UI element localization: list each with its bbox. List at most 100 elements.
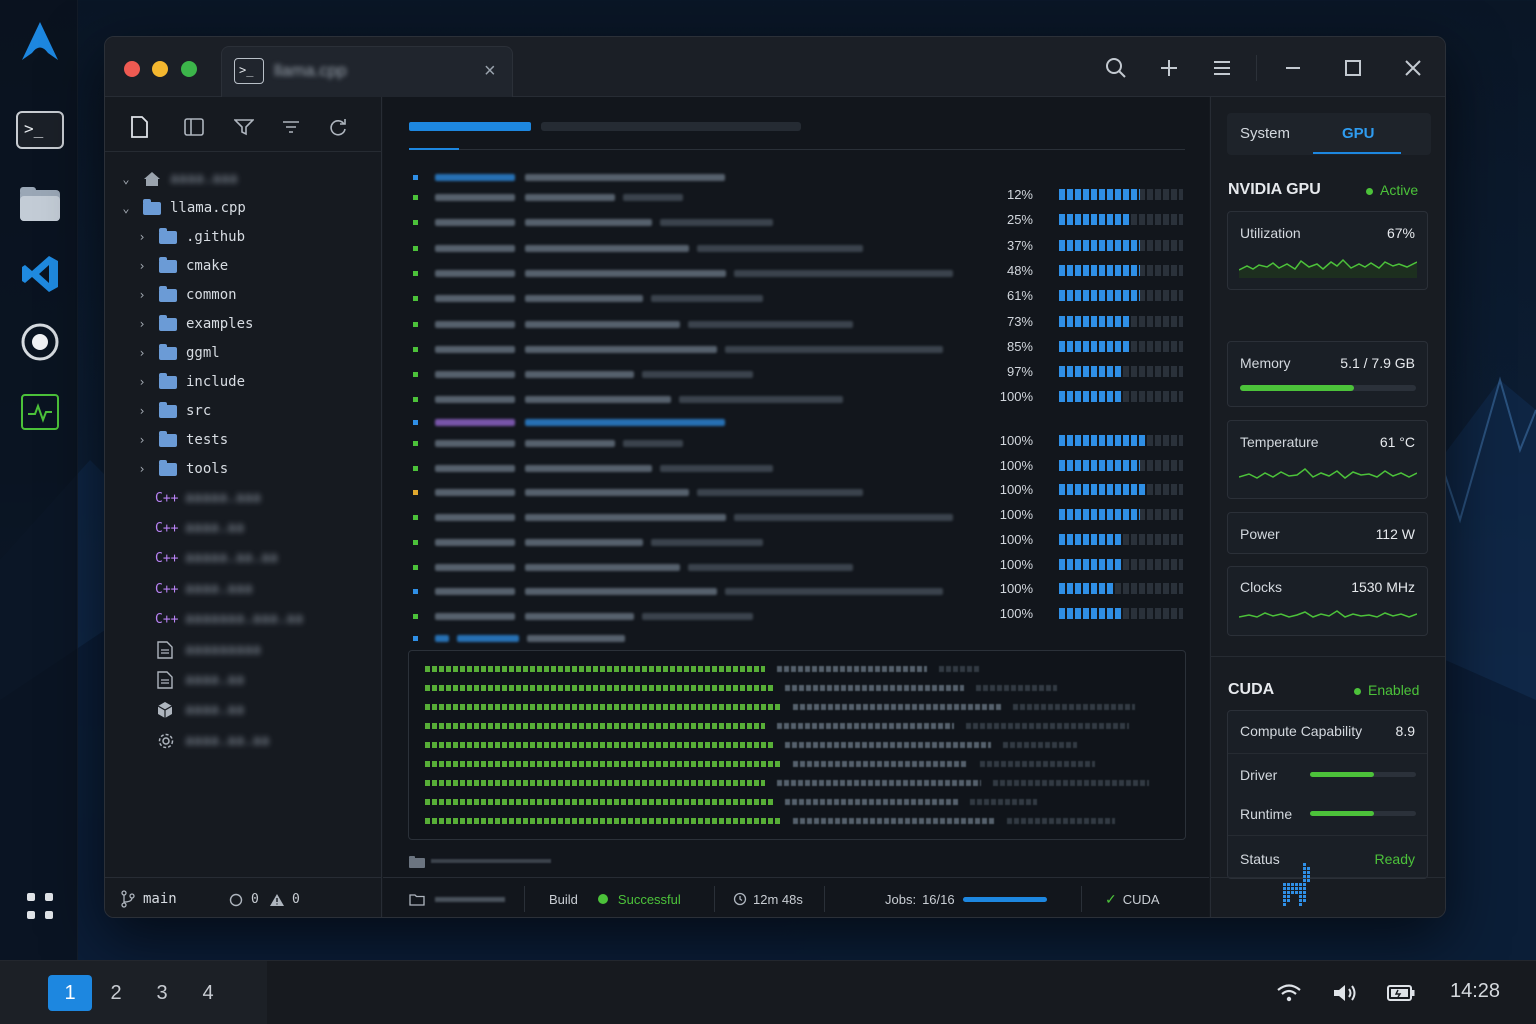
progress-bar-fill: [1059, 214, 1131, 226]
folder-icon: [159, 430, 177, 447]
sidebar-icon: [184, 118, 204, 136]
folder-icon: [159, 256, 177, 273]
folder-icon: [159, 372, 177, 389]
branch-label[interactable]: main: [143, 891, 177, 907]
terminal-text: [939, 666, 979, 672]
workspace-2[interactable]: 2: [94, 975, 138, 1011]
card-divider: [1228, 835, 1427, 836]
search-button[interactable]: [1101, 53, 1131, 83]
tab-llama-cpp[interactable]: >_ llama.cpp ×: [221, 46, 513, 97]
tree-folder-row[interactable]: › common: [135, 283, 237, 307]
maximize-traffic-light[interactable]: [181, 61, 197, 77]
minimize-button[interactable]: [1278, 53, 1308, 83]
close-traffic-light[interactable]: [124, 61, 140, 77]
tree-folder-row[interactable]: › cmake: [135, 254, 228, 278]
arch-logo-icon[interactable]: [15, 20, 65, 64]
log-dot: [413, 372, 418, 378]
tree-file-row[interactable]: C++ aaaaa.aaa: [155, 486, 261, 510]
tree-home-row[interactable]: ⌄ aaaa.aaa: [119, 167, 237, 191]
log-dot: [413, 195, 418, 200]
panel-divider: [1211, 656, 1445, 657]
sidebar-toggle-button[interactable]: [180, 113, 208, 141]
log-dot: [413, 564, 418, 570]
terminal-text: [425, 723, 765, 729]
cuda-status: Enabled: [1354, 682, 1419, 698]
app-dock: >_: [0, 0, 78, 960]
clocks-label: Clocks: [1240, 579, 1283, 595]
tree-file-row[interactable]: C++ aaaaaaa.aaa.aa: [155, 607, 303, 631]
status-dot-icon: [1366, 187, 1373, 195]
tree-folder-row[interactable]: › ggml: [135, 341, 220, 365]
progress-bar-fill: [1059, 583, 1115, 595]
status-divider: [1081, 886, 1082, 912]
log-row: [413, 172, 1173, 184]
blurred-text: [660, 464, 773, 472]
tree-folder-row[interactable]: › .github: [135, 225, 245, 249]
terminal-text: [777, 666, 927, 672]
progress-bar-fill: [1059, 264, 1140, 276]
tree-folder-row[interactable]: › src: [135, 399, 211, 423]
chevron-right-icon: ›: [138, 462, 146, 476]
tab-gpu[interactable]: GPU: [1342, 125, 1375, 142]
progress-bar: [1059, 484, 1183, 496]
tree-file-row[interactable]: C++ aaaaa.aa.aa: [155, 546, 278, 570]
tree-file-row[interactable]: aaaaaaaaa: [157, 638, 261, 662]
clock[interactable]: 14:28: [1450, 980, 1500, 1003]
progress-percent: 100%: [999, 482, 1033, 498]
window-close-button[interactable]: [1398, 53, 1428, 83]
tree-folder-row[interactable]: › include: [135, 370, 245, 394]
filter-button[interactable]: [230, 113, 258, 141]
temperature-label: Temperature: [1240, 434, 1319, 450]
tree-file-row[interactable]: aaaa.aa: [157, 698, 244, 722]
blurred-text: [525, 219, 652, 227]
log-dot: [413, 613, 418, 619]
blurred-text: [525, 174, 725, 181]
tab-system[interactable]: System: [1240, 125, 1290, 142]
battery-icon[interactable]: [1386, 979, 1416, 1007]
workspace-1[interactable]: 1: [48, 975, 92, 1011]
tree-folder-row[interactable]: › examples: [135, 312, 253, 336]
files-view-button[interactable]: [125, 113, 153, 141]
dock-vscode[interactable]: [15, 252, 65, 296]
tree-file-row[interactable]: aaaa.aa: [157, 668, 244, 692]
blurred-text: [435, 419, 515, 426]
folder-label: include: [186, 374, 246, 390]
blurred-text: [435, 588, 515, 596]
blurred-text: [525, 588, 717, 596]
minimize-traffic-light[interactable]: [152, 61, 168, 77]
sort-button[interactable]: [277, 113, 305, 141]
blurred-text: [525, 464, 652, 472]
tree-folder-row[interactable]: › tools: [135, 457, 228, 481]
status-dot-icon: [1354, 687, 1361, 695]
tree-folder-row[interactable]: › tests: [135, 428, 228, 452]
tree-file-row[interactable]: aaaa.aa.aa: [157, 729, 269, 753]
blurred-text: [435, 489, 515, 497]
menu-button[interactable]: [1207, 53, 1237, 83]
status-path[interactable]: [409, 878, 505, 917]
dock-terminal[interactable]: >_: [15, 108, 65, 152]
tree-file-row[interactable]: C++ aaaa.aa: [155, 516, 244, 540]
workspace-3[interactable]: 3: [140, 975, 184, 1011]
dock-files[interactable]: [15, 182, 65, 226]
wifi-icon[interactable]: [1274, 979, 1304, 1007]
progress-percent: 61%: [1006, 288, 1033, 304]
blurred-text: [435, 464, 515, 472]
new-tab-button[interactable]: [1154, 53, 1184, 83]
chevron-down-icon: ⌄: [122, 172, 130, 186]
workspace-4[interactable]: 4: [186, 975, 230, 1011]
app-grid-icon[interactable]: [15, 884, 65, 928]
blurred-text: [435, 320, 515, 328]
maximize-button[interactable]: [1338, 53, 1368, 83]
terminal-text: [976, 685, 1057, 691]
success-dot-icon: [597, 894, 608, 904]
maximize-icon: [1345, 60, 1361, 76]
log-dot: [413, 539, 418, 545]
dock-obs[interactable]: [15, 320, 65, 364]
blurred-text: [435, 295, 515, 303]
close-icon[interactable]: ×: [484, 60, 496, 83]
volume-icon[interactable]: [1330, 979, 1360, 1007]
tree-root-row[interactable]: ⌄ llama.cpp: [119, 196, 246, 220]
dock-system-monitor[interactable]: [15, 390, 65, 434]
refresh-button[interactable]: [324, 113, 352, 141]
tree-file-row[interactable]: C++ aaaa.aaa: [155, 577, 252, 601]
